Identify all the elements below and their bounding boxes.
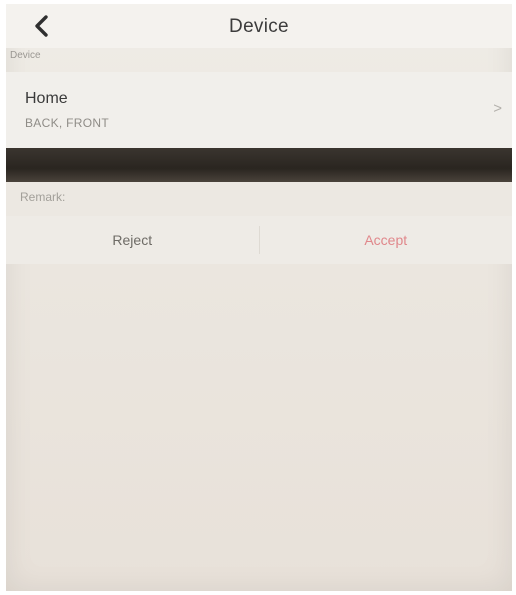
- header-bar: Device: [6, 4, 512, 48]
- device-subtitle: BACK, FRONT: [25, 116, 109, 130]
- action-bar: Reject Accept: [6, 216, 512, 264]
- remark-label: Remark:: [20, 190, 66, 204]
- remark-row: Remark:: [6, 182, 512, 216]
- screen: Device Device Home BACK, FRONT > Remark:…: [6, 4, 512, 591]
- divider-band: [6, 148, 512, 182]
- device-row-home[interactable]: Home BACK, FRONT >: [6, 72, 512, 148]
- chevron-right-icon: >: [493, 100, 502, 117]
- accept-button[interactable]: Accept: [260, 216, 513, 264]
- reject-button[interactable]: Reject: [6, 216, 259, 264]
- device-name: Home: [25, 90, 68, 107]
- section-label: Device: [10, 50, 41, 61]
- page-title: Device: [229, 16, 289, 37]
